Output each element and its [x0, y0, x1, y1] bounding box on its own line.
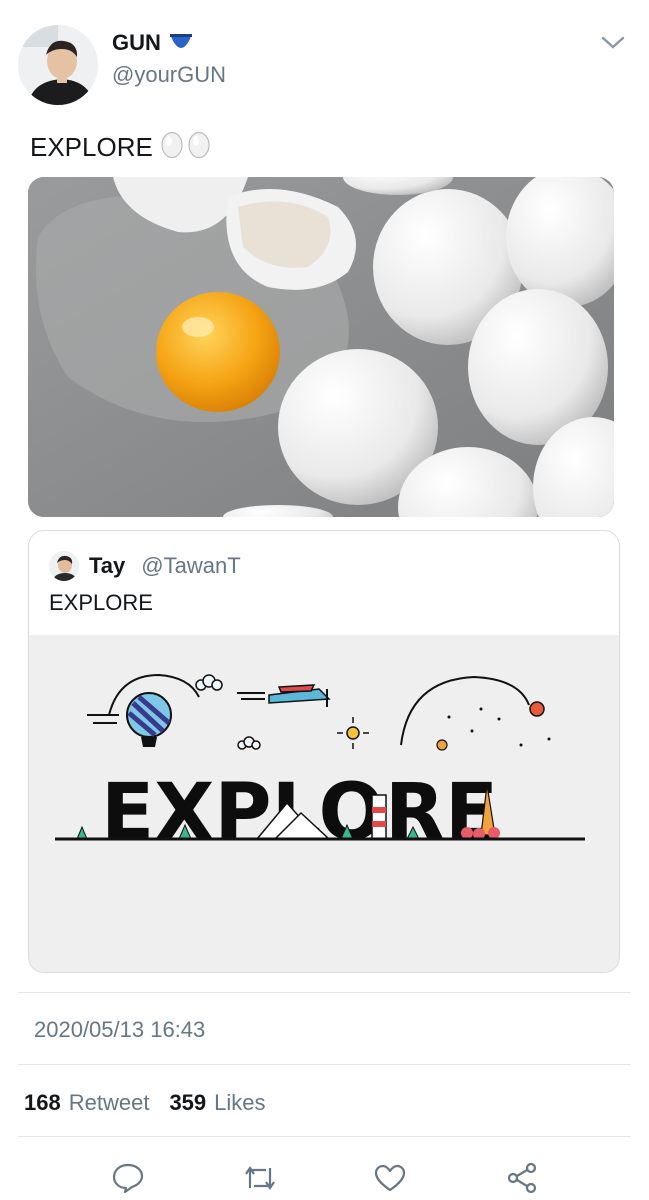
tweet-photo[interactable]: [28, 177, 614, 517]
like-count[interactable]: 359: [169, 1090, 206, 1116]
explore-artwork-word: EXPLORE: [101, 768, 498, 858]
divider: [18, 992, 631, 993]
heart-icon[interactable]: [368, 1156, 412, 1200]
quoted-text: EXPLORE: [49, 590, 153, 615]
tweet-text-content: EXPLORE: [30, 132, 153, 162]
author-handle[interactable]: @yourGUN: [112, 62, 226, 88]
reply-icon[interactable]: [106, 1156, 150, 1200]
author-name[interactable]: GUN: [112, 30, 161, 56]
retweet-label[interactable]: Retweet: [69, 1090, 150, 1116]
retweet-icon[interactable]: [238, 1156, 282, 1200]
chevron-down-icon[interactable]: [596, 28, 630, 58]
divider: [18, 1064, 631, 1065]
underwear-emoji-icon: [169, 32, 193, 55]
like-label[interactable]: Likes: [214, 1090, 265, 1116]
tweet-text: EXPLORE: [30, 130, 213, 165]
quoted-author-name[interactable]: Tay: [89, 553, 125, 579]
quoted-image[interactable]: EXPLORE: [29, 635, 619, 972]
tweet-detail: GUN @yourGUN EXPLORE Tay @TawanT EXPLORE…: [0, 0, 649, 1200]
engagement-stats: 168 Retweet 359 Likes: [24, 1090, 278, 1116]
quoted-author-handle[interactable]: @TawanT: [141, 553, 240, 579]
tweet-actions: [0, 1150, 649, 1200]
quoted-avatar[interactable]: [49, 551, 79, 581]
quoted-tweet[interactable]: Tay @TawanT EXPLORE EXPLORE: [28, 530, 620, 973]
tweet-timestamp[interactable]: 2020/05/13 16:43: [34, 1017, 205, 1043]
divider: [18, 1136, 631, 1137]
share-icon[interactable]: [500, 1156, 544, 1200]
retweet-count[interactable]: 168: [24, 1090, 61, 1116]
egg-icon: [159, 130, 213, 165]
author-avatar[interactable]: [18, 25, 98, 105]
